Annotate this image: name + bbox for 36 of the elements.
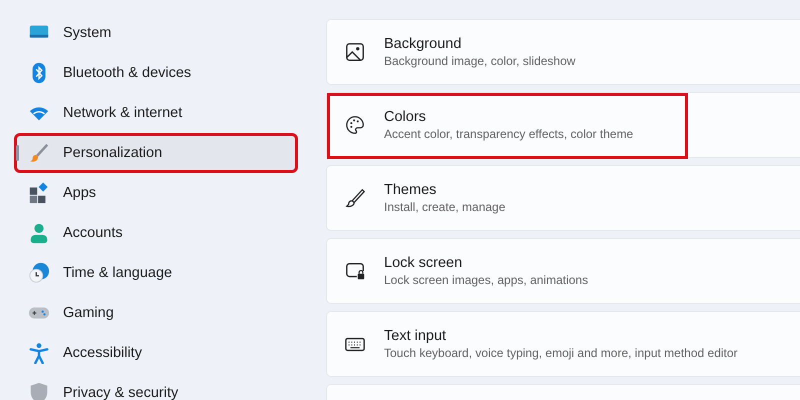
- shield-icon: [28, 382, 50, 400]
- settings-card[interactable]: Text input Touch keyboard, voice typing, emoji and more, input method editor: [326, 311, 800, 377]
- person-icon: [28, 222, 50, 244]
- sidebar-item[interactable]: Apps: [16, 175, 296, 211]
- selection-indicator: [16, 145, 19, 161]
- card-description: Touch keyboard, voice typing, emoji and more, input method editor: [384, 346, 738, 360]
- settings-card[interactable]: Lock screen Lock screen images, apps, animations: [326, 238, 800, 304]
- sidebar-item[interactable]: Privacy & security: [16, 375, 296, 400]
- card-description: Accent color, transparency effects, color theme: [384, 127, 634, 141]
- sidebar-item[interactable]: Bluetooth & devices: [16, 55, 296, 91]
- sidebar-item[interactable]: Accessibility: [16, 335, 296, 371]
- sidebar-item[interactable]: Personalization: [16, 135, 296, 171]
- sidebar-item[interactable]: Time & language: [16, 255, 296, 291]
- sidebar-item[interactable]: Accounts: [16, 215, 296, 251]
- apps-icon: [28, 182, 50, 204]
- brush-icon: [344, 187, 366, 209]
- card-description: Install, create, manage: [384, 200, 506, 214]
- card-title: Colors: [384, 109, 427, 125]
- settings-card[interactable]: Colors Accent color, transparency effects, color theme: [326, 92, 800, 158]
- palette-icon: [344, 114, 366, 136]
- globe-clock-icon: [28, 262, 50, 284]
- screen-lock-icon: [344, 260, 366, 282]
- card-description: Background image, color, slideshow: [384, 54, 576, 68]
- settings-card[interactable]: Background Background image, color, slideshow: [326, 19, 800, 85]
- sidebar-item[interactable]: Network & internet: [16, 95, 296, 131]
- accessibility-icon: [28, 342, 50, 364]
- paintbrush-icon: [28, 142, 50, 164]
- sidebar-item[interactable]: System: [16, 15, 296, 51]
- image-icon: [344, 41, 366, 63]
- card-title: Text input: [384, 328, 448, 344]
- card-description: Lock screen images, apps, animations: [384, 273, 588, 287]
- sidebar-item[interactable]: Gaming: [16, 295, 296, 331]
- card-title: Themes: [384, 182, 438, 198]
- card-title: Lock screen: [384, 255, 464, 271]
- card-title: Background: [384, 36, 462, 52]
- settings-card[interactable]: Themes Install, create, manage: [326, 165, 800, 231]
